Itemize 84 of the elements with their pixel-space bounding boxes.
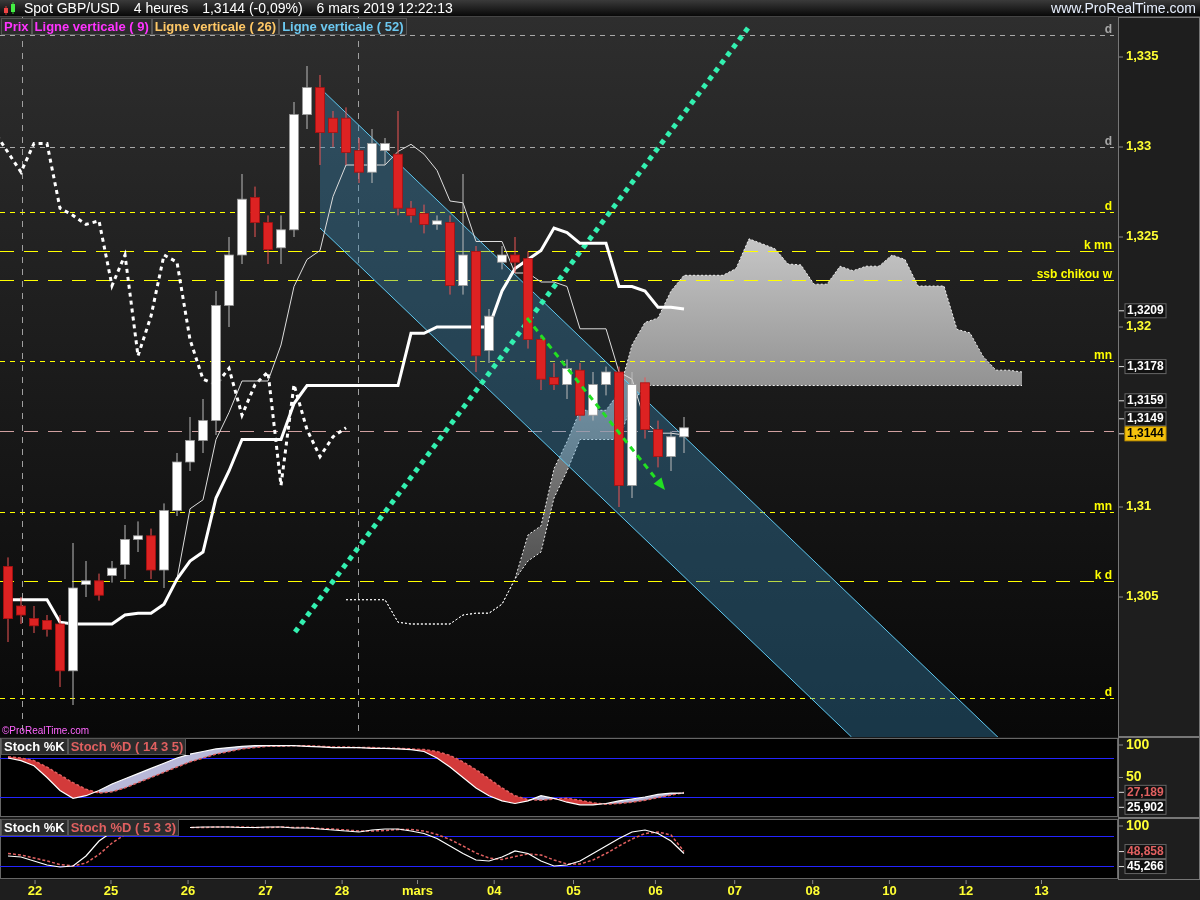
candlestick (185, 416, 195, 472)
candlestick (406, 200, 416, 224)
axis-label: 1,33 (1126, 138, 1152, 154)
axis-label: 50 (1126, 768, 1142, 785)
axis-label: 25 (103, 883, 119, 899)
indicator-legend[interactable]: Stoch %K (1, 819, 68, 836)
candlestick (510, 236, 520, 274)
candlestick (640, 376, 650, 440)
axis-label: 05 (566, 883, 581, 899)
level-label: d (1104, 21, 1112, 36)
candlestick (302, 65, 312, 130)
candlestick (432, 214, 442, 231)
candlestick (16, 596, 26, 625)
level-label: k mn (1084, 237, 1112, 252)
indicator-legend[interactable]: Prix (1, 18, 32, 35)
level-label: mn (1094, 347, 1112, 362)
candlestick (367, 128, 377, 184)
candlestick (250, 186, 260, 238)
level-label: d (1104, 684, 1112, 699)
level-label: d (1104, 133, 1112, 148)
axis-label: 22 (27, 883, 43, 899)
candlestick (354, 137, 364, 184)
axis-label: 12 (958, 883, 974, 899)
candlestick (107, 560, 117, 584)
axis-label: mars (401, 883, 434, 899)
candlestick (419, 204, 429, 234)
candlestick (536, 335, 546, 391)
axis-label: 1,31 (1126, 498, 1152, 514)
copyright-label: ©ProRealTime.com (2, 725, 90, 736)
indicator-legend[interactable]: Ligne verticale ( 52) (279, 18, 407, 35)
candlestick (198, 398, 208, 454)
timeframe-label: 4 heures (133, 0, 189, 17)
candlestick (276, 214, 286, 265)
indicator-legend[interactable]: Ligne verticale ( 26) (151, 18, 280, 35)
level-label: d (1104, 198, 1112, 213)
axis-label: 08 (805, 883, 820, 899)
candlestick (263, 214, 273, 265)
axis-label: 100 (1126, 737, 1150, 752)
axis-label: 28 (334, 883, 350, 899)
symbol-title: Spot GBP/USD (24, 0, 120, 17)
candlestick (29, 605, 39, 634)
candlestick (172, 452, 182, 517)
candlestick (484, 308, 494, 364)
level-label: mn (1094, 498, 1112, 513)
axis-label: 1,32 (1126, 318, 1152, 334)
axis-label: 07 (727, 883, 742, 899)
level-label: ssb chikou w (1036, 266, 1112, 281)
axis-label: 10 (882, 883, 897, 899)
candlestick (81, 560, 91, 598)
axis-label: 04 (486, 883, 502, 899)
candlestick (575, 362, 585, 422)
candlestick (549, 362, 559, 391)
candlestick (341, 106, 351, 166)
candlestick (588, 371, 598, 422)
datetime-label: 6 mars 2019 12:22:13 (316, 0, 453, 17)
candlestick (562, 358, 572, 400)
indicator-legend[interactable]: Stoch %K (1, 738, 68, 755)
axis-label: 26 (180, 883, 196, 899)
axis-label: 1,325 (1126, 228, 1159, 244)
level-label: k d (1094, 567, 1112, 582)
axis-label: 06 (648, 883, 663, 899)
candlestick (94, 573, 104, 602)
candlestick (146, 528, 156, 580)
candlestick (666, 430, 676, 472)
indicator-legend[interactable]: Stoch %D ( 14 3 5) (67, 738, 187, 755)
candlestick-icon (2, 0, 18, 16)
axis-label: 1,335 (1126, 48, 1159, 64)
axis-label: 1,305 (1126, 588, 1159, 604)
candlestick (133, 520, 143, 553)
candlestick (679, 416, 689, 454)
candlestick (120, 524, 130, 580)
website-link[interactable]: www.ProRealTime.com (1051, 0, 1196, 17)
indicator-legend[interactable]: Ligne verticale ( 9) (31, 18, 152, 35)
candlestick (653, 420, 663, 468)
candlestick (42, 614, 52, 638)
axis-label: 100 (1126, 818, 1150, 833)
candlestick (497, 245, 507, 270)
candlestick (380, 137, 390, 166)
candlestick (601, 366, 611, 396)
axis-label: 27 (258, 883, 273, 899)
candlestick (328, 110, 338, 148)
axis-label: 13 (1034, 883, 1049, 899)
price-change-label: 1,3144 (-0,09%) (202, 0, 303, 17)
indicator-legend[interactable]: Stoch %D ( 5 3 3) (67, 819, 180, 836)
